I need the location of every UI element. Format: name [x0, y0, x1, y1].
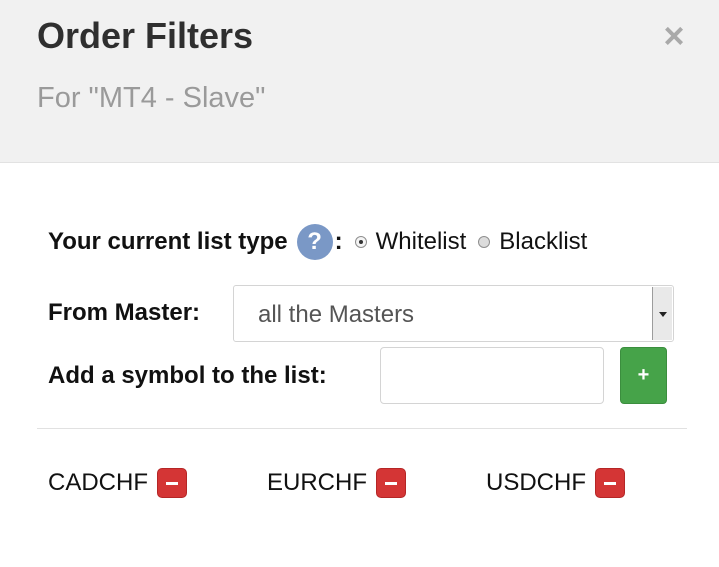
list-type-row: Your current list type ? : Whitelist Bla…	[48, 223, 587, 261]
symbol-label: USDCHF	[486, 469, 586, 496]
symbol-label: CADCHF	[48, 469, 148, 496]
symbol-item: EURCHF	[267, 466, 406, 500]
add-symbol-label: Add a symbol to the list:	[48, 362, 327, 389]
chevron-down-icon[interactable]	[652, 287, 672, 340]
whitelist-label[interactable]: Whitelist	[376, 228, 467, 256]
close-icon[interactable]: ×	[656, 18, 692, 54]
master-select[interactable]: all the Masters	[233, 285, 674, 342]
order-filters-modal: Order Filters For "MT4 - Slave" × Your c…	[0, 0, 719, 567]
remove-symbol-button[interactable]	[595, 468, 625, 498]
modal-subtitle: For "MT4 - Slave"	[37, 82, 266, 114]
add-symbol-button[interactable]: +	[620, 347, 667, 404]
master-select-value: all the Masters	[258, 301, 415, 328]
remove-symbol-button[interactable]	[376, 468, 406, 498]
remove-symbol-button[interactable]	[157, 468, 187, 498]
symbol-item: USDCHF	[486, 466, 625, 500]
divider	[37, 428, 687, 429]
blacklist-radio[interactable]	[478, 236, 491, 248]
modal-header: Order Filters For "MT4 - Slave" ×	[0, 0, 719, 163]
list-type-colon: :	[334, 228, 343, 255]
whitelist-radio[interactable]	[354, 236, 367, 248]
help-icon[interactable]: ?	[296, 224, 333, 260]
from-master-label: From Master:	[48, 299, 201, 326]
modal-title: Order Filters	[37, 15, 254, 56]
symbol-input[interactable]	[380, 347, 604, 404]
symbol-label: EURCHF	[267, 469, 367, 496]
list-type-label: Your current list type	[48, 228, 288, 255]
blacklist-label[interactable]: Blacklist	[499, 228, 587, 256]
symbol-item: CADCHF	[48, 466, 187, 500]
